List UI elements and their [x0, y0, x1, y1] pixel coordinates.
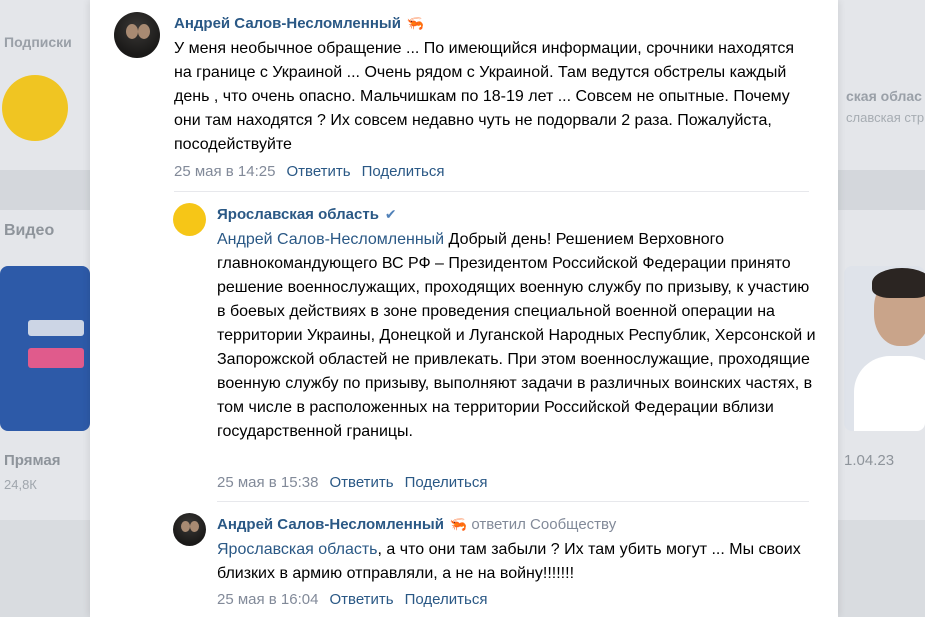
share-button[interactable]: Поделиться — [405, 591, 488, 608]
bg-views-label: 24,8К — [4, 477, 37, 492]
comment-date[interactable]: 25 мая в 15:38 — [217, 474, 318, 491]
verified-check-icon: ✔ — [384, 206, 397, 222]
shrimp-emoji-icon: 🦐 — [449, 516, 468, 532]
bg-right-subtitle: славская стр — [846, 110, 925, 125]
bg-right-title: ская облас — [846, 88, 922, 104]
bg-person-hair — [872, 268, 925, 298]
comment-author[interactable]: Андрей Салов-Несломленный 🦐 ответил Сообще… — [217, 516, 616, 533]
avatar-user[interactable] — [114, 12, 160, 58]
reply-button[interactable]: Ответить — [329, 591, 393, 608]
avatar-face-right — [138, 24, 150, 39]
bg-video-label: Видео — [4, 222, 55, 239]
reply-button[interactable]: Ответить — [286, 163, 350, 180]
comment-author-name[interactable]: Андрей Салов-Несломленный — [217, 516, 444, 533]
comment-author[interactable]: Андрей Салов-Несломленный 🦐 — [174, 15, 424, 32]
bg-person-shirt — [854, 356, 925, 431]
bg-divider-band-right — [838, 170, 925, 210]
share-button[interactable]: Поделиться — [362, 163, 445, 180]
comment-meta: 25 мая в 15:38 Ответить Поделиться — [217, 474, 487, 491]
bg-bottom-band-right — [838, 520, 925, 617]
share-button[interactable]: Поделиться — [405, 474, 488, 491]
comment-author[interactable]: Ярославская область ✔ — [217, 206, 397, 223]
shrimp-emoji-icon: 🦐 — [406, 15, 425, 31]
bg-video-thumbnail-right — [844, 266, 925, 431]
avatar-face-left — [126, 24, 138, 39]
comment-text: У меня необычное обращение ... По имеющи… — [174, 40, 795, 153]
comment-body: Добрый день! Решением Верховного главнок… — [217, 231, 816, 440]
background-page-right: ская облас славская стр 1.04.23 — [838, 0, 925, 617]
avatar-user[interactable] — [173, 513, 206, 546]
comments-panel: Андрей Салов-Несломленный 🦐 У меня необыч… — [90, 0, 838, 617]
comment-date[interactable]: 25 мая в 16:04 — [217, 591, 318, 608]
bg-subscriptions-label: Подписки — [4, 34, 72, 50]
reply-button[interactable]: Ответить — [329, 474, 393, 491]
comment-author-name[interactable]: Ярославская область — [217, 206, 379, 223]
bg-live-label: Прямая — [4, 452, 61, 469]
comment-text: Андрей Салов-Несломленный Добрый день! Р… — [217, 228, 817, 444]
bg-video-thumbnail — [0, 266, 90, 431]
mention-link[interactable]: Андрей Салов-Несломленный — [217, 231, 444, 248]
comment-meta: 25 мая в 14:25 Ответить Поделиться — [174, 163, 444, 180]
comment-divider — [174, 191, 809, 192]
comment-divider — [217, 501, 809, 502]
bg-bottom-band — [0, 520, 90, 617]
bg-video-caption-bar — [28, 320, 84, 336]
comment-meta: 25 мая в 16:04 Ответить Поделиться — [217, 591, 487, 608]
comment-author-name[interactable]: Андрей Салов-Несломленный — [174, 15, 401, 32]
avatar-face-left — [181, 521, 190, 532]
bg-right-date: 1.04.23 — [844, 452, 895, 469]
bg-divider-band — [0, 170, 90, 210]
comment-text: Ярославская область, а что они там забыл… — [217, 538, 817, 586]
background-page-left: Подписки Видео Прямая 24,8К — [0, 0, 90, 617]
comment-date[interactable]: 25 мая в 14:25 — [174, 163, 275, 180]
replied-to-label: ответил Сообществу — [471, 516, 617, 533]
avatar-face-right — [190, 521, 199, 532]
bg-community-avatar — [2, 75, 68, 141]
avatar-community[interactable] — [173, 203, 206, 236]
bg-video-caption-pink — [28, 348, 84, 368]
mention-link[interactable]: Ярославская область — [217, 541, 378, 558]
